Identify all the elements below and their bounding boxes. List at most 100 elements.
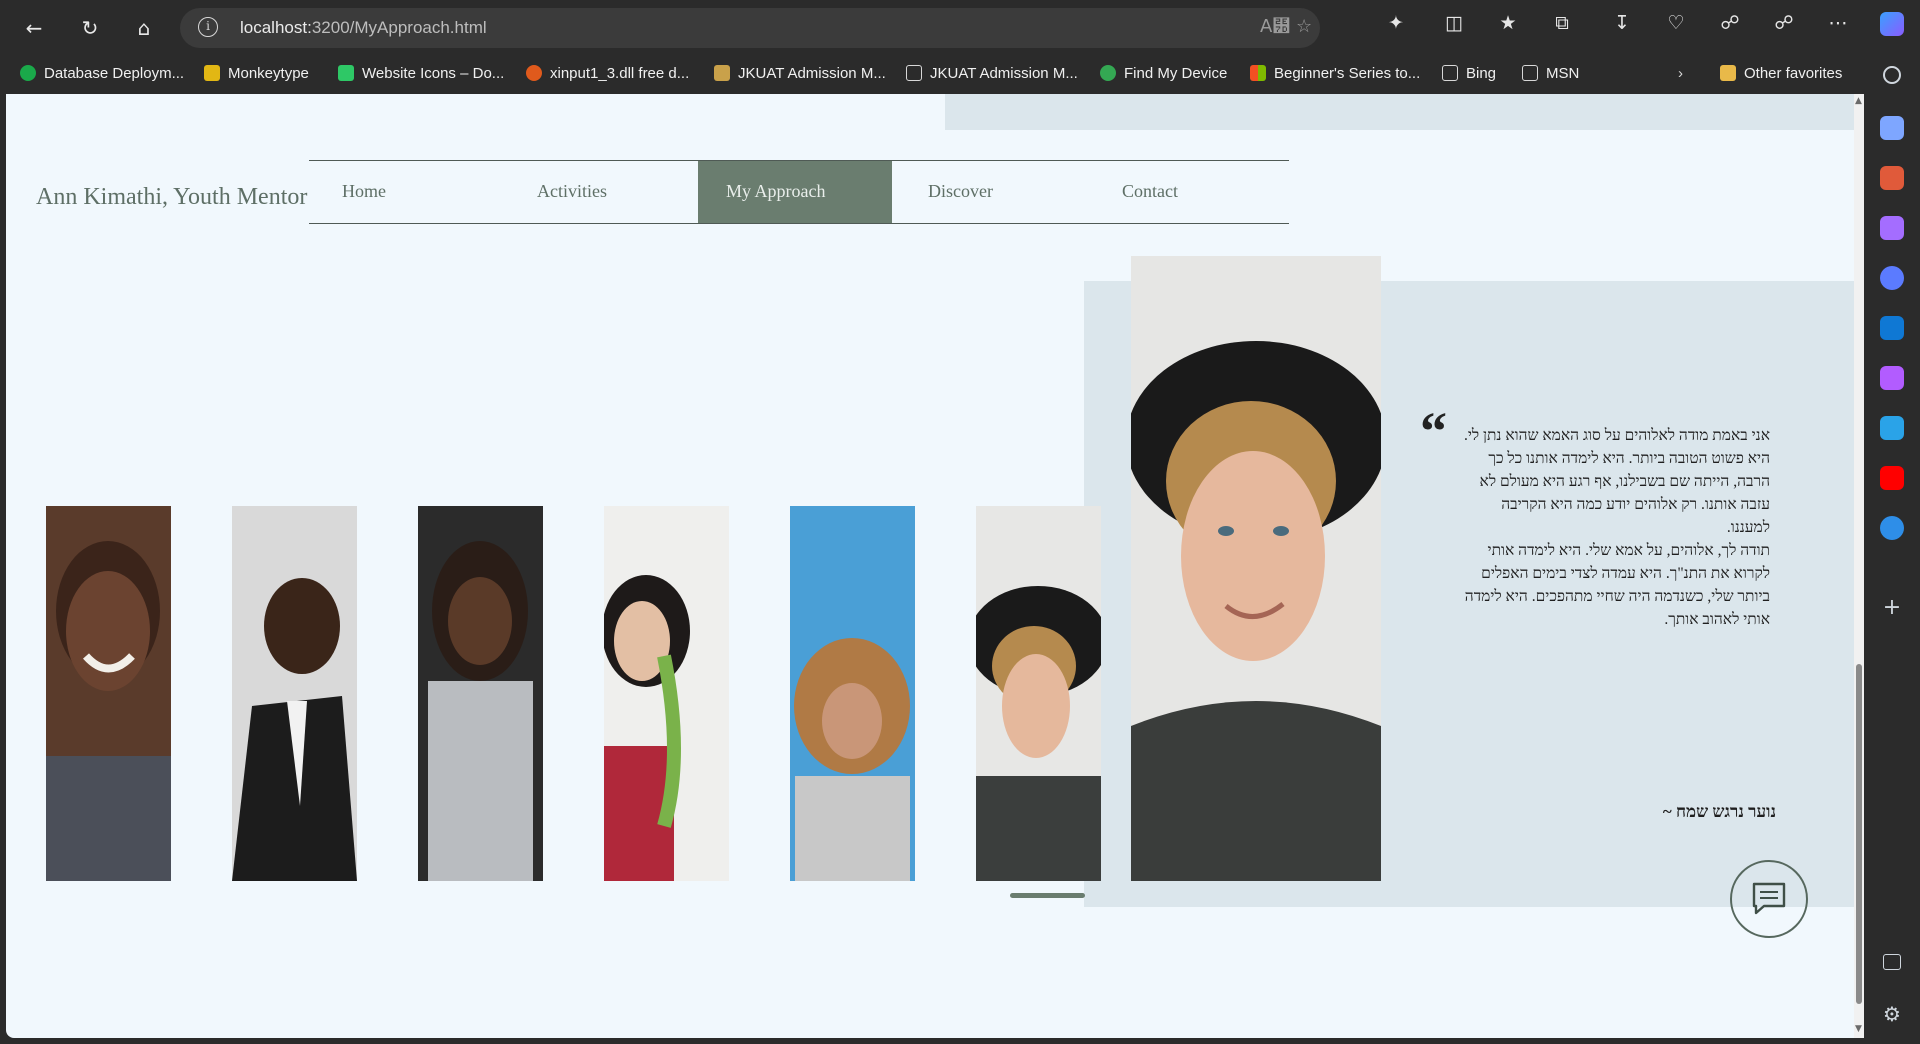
browser-sidebar: + ⚙ xyxy=(1864,0,1920,1044)
tools-icon[interactable] xyxy=(1880,166,1904,190)
nav-discover[interactable]: Discover xyxy=(928,161,1098,223)
web-capture-icon[interactable] xyxy=(1880,516,1904,540)
bookmark-label: MSN xyxy=(1546,65,1580,82)
add-icon[interactable]: + xyxy=(1880,596,1904,620)
back-icon[interactable]: ← xyxy=(18,12,50,44)
portrait-image xyxy=(976,506,1101,881)
bookmark-label: Database Deploym... xyxy=(44,65,185,82)
security-icon[interactable]: ☍ xyxy=(1714,12,1746,34)
portrait-image xyxy=(232,506,357,881)
bookmark-label: xinput1_3.dll free d... xyxy=(550,65,690,82)
bookmark-item[interactable]: xinput1_3.dll free d... xyxy=(526,64,689,84)
games-icon[interactable] xyxy=(1880,216,1904,240)
bookmark-item[interactable]: Monkeytype xyxy=(204,64,309,84)
scroll-down-icon[interactable]: ▼ xyxy=(1855,1024,1862,1034)
site-brand[interactable]: Ann Kimathi, Youth Mentor xyxy=(36,184,307,211)
bookmarks-bar: Database Deploym... Monkeytype Website I… xyxy=(0,56,1920,92)
portrait-thumbnail[interactable] xyxy=(46,506,171,881)
featured-portrait xyxy=(1131,256,1381,881)
page-viewport: Ann Kimathi, Youth Mentor Home Activitie… xyxy=(6,94,1864,1038)
chat-button[interactable] xyxy=(1730,860,1808,938)
bookmark-label: Website Icons – Do... xyxy=(362,65,505,82)
bookmarks-overflow-icon[interactable]: › xyxy=(1678,64,1683,84)
bookmark-favicon xyxy=(338,65,354,81)
refresh-icon[interactable]: ↻ xyxy=(74,12,106,44)
other-favorites[interactable]: Other favorites xyxy=(1720,64,1842,84)
page-icon xyxy=(1522,65,1538,81)
split-screen-icon[interactable]: ◫ xyxy=(1438,12,1470,34)
read-aloud-icon[interactable]: A⹽ xyxy=(1260,16,1290,37)
url-host: localhost: xyxy=(240,18,312,37)
page-scrollbar[interactable]: ▲ ▼ xyxy=(1854,94,1864,1038)
microsoft-icon xyxy=(1250,65,1266,81)
page-icon xyxy=(906,65,922,81)
bookmark-item[interactable]: Database Deploym... xyxy=(20,64,184,84)
bookmark-favicon xyxy=(20,65,36,81)
chat-icon xyxy=(1752,882,1786,915)
nav-my-approach[interactable]: My Approach xyxy=(698,161,892,223)
bookmark-item[interactable]: Website Icons – Do... xyxy=(338,64,504,84)
health-icon[interactable]: ♡ xyxy=(1660,12,1692,34)
bookmark-label: Find My Device xyxy=(1124,65,1228,82)
bookmark-label: JKUAT Admission M... xyxy=(738,65,886,82)
favorite-star-icon[interactable]: ☆ xyxy=(1296,16,1312,37)
home-icon[interactable]: ⌂ xyxy=(128,12,160,44)
previous-section-strip xyxy=(945,94,1854,130)
nav-contact[interactable]: Contact xyxy=(1122,161,1292,223)
quote-mark: “ xyxy=(1420,401,1447,461)
bookmark-favicon xyxy=(714,65,730,81)
share-icon[interactable]: ☍ xyxy=(1768,12,1800,34)
main-nav: Home Activities My Approach Discover Con… xyxy=(309,160,1289,224)
bookmark-favicon xyxy=(204,65,220,81)
bookmark-label: Beginner's Series to... xyxy=(1274,65,1421,82)
carousel-indicator[interactable] xyxy=(1010,893,1085,898)
microsoft-365-icon[interactable] xyxy=(1880,266,1904,290)
scrollbar-thumb[interactable] xyxy=(1856,664,1862,1004)
portrait-image xyxy=(46,506,171,881)
more-menu-icon[interactable]: ⋯ xyxy=(1822,12,1854,34)
copilot-icon[interactable] xyxy=(1880,12,1904,36)
telegram-icon[interactable] xyxy=(1880,416,1904,440)
youtube-icon[interactable] xyxy=(1880,466,1904,490)
bookmark-favicon xyxy=(526,65,542,81)
bookmark-item[interactable]: Find My Device xyxy=(1100,64,1227,84)
shopping-tag-icon[interactable] xyxy=(1880,116,1904,140)
extensions-icon[interactable]: ✦ xyxy=(1380,12,1412,34)
portrait-image xyxy=(790,506,915,881)
portrait-image xyxy=(418,506,543,881)
sidebar-toggle-icon[interactable] xyxy=(1883,954,1901,970)
downloads-icon[interactable]: ↧ xyxy=(1606,12,1638,34)
nav-home[interactable]: Home xyxy=(342,161,522,223)
search-icon[interactable] xyxy=(1883,66,1901,84)
browser-toolbar: ← ↻ ⌂ i localhost:3200/MyApproach.html A… xyxy=(0,0,1920,56)
scroll-up-icon[interactable]: ▲ xyxy=(1855,96,1862,106)
address-bar[interactable]: i localhost:3200/MyApproach.html A⹽ ☆ xyxy=(180,8,1320,48)
other-favorites-label: Other favorites xyxy=(1744,65,1843,82)
portrait-thumbnail[interactable] xyxy=(232,506,357,881)
bookmark-favicon xyxy=(1100,65,1116,81)
site-info-icon[interactable]: i xyxy=(198,17,218,37)
portrait-thumbnail[interactable] xyxy=(418,506,543,881)
featured-portrait-image xyxy=(1131,256,1381,881)
bookmark-item[interactable]: Beginner's Series to... xyxy=(1250,64,1420,84)
bookmark-label: Bing xyxy=(1466,65,1497,82)
portrait-image xyxy=(604,506,729,881)
bookmark-item[interactable]: Bing xyxy=(1442,64,1496,84)
url-text[interactable]: localhost:3200/MyApproach.html xyxy=(240,18,487,38)
bookmark-item[interactable]: MSN xyxy=(1522,64,1579,84)
designer-icon[interactable] xyxy=(1880,366,1904,390)
outlook-icon[interactable] xyxy=(1880,316,1904,340)
portrait-thumbnail[interactable] xyxy=(604,506,729,881)
folder-icon xyxy=(1720,65,1736,81)
nav-activities[interactable]: Activities xyxy=(537,161,707,223)
settings-gear-icon[interactable]: ⚙ xyxy=(1880,1002,1904,1026)
portrait-thumbnail[interactable] xyxy=(790,506,915,881)
portrait-thumbnail[interactable] xyxy=(976,506,1101,881)
bookmark-item[interactable]: JKUAT Admission M... xyxy=(714,64,886,84)
testimonial-text: אני באמת מודה לאלוהים על סוג האמא שהוא נ… xyxy=(1463,427,1770,628)
page-icon xyxy=(1442,65,1458,81)
url-path: 3200/MyApproach.html xyxy=(311,18,487,37)
favorites-icon[interactable]: ★ xyxy=(1492,12,1524,34)
collections-icon[interactable]: ⧉ xyxy=(1546,12,1578,34)
bookmark-item[interactable]: JKUAT Admission M... xyxy=(906,64,1078,84)
